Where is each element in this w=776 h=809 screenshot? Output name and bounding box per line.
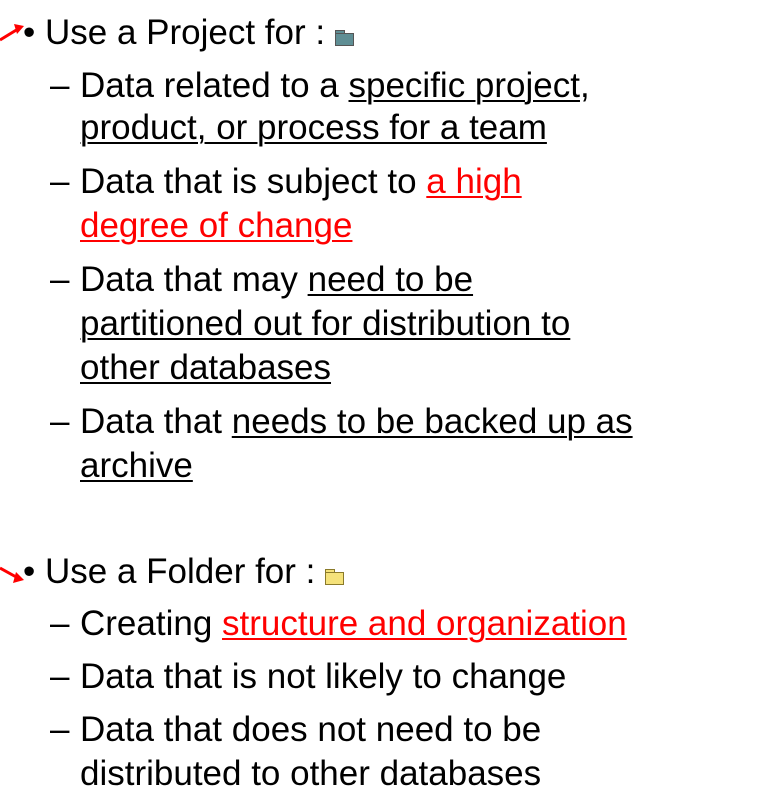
folder-item-2: – Data that is not likely to change	[50, 656, 566, 698]
project-item-2-line-2: degree of change	[80, 205, 352, 247]
bullet-icon: •	[23, 552, 36, 591]
project-item-4-text: Data that	[80, 402, 232, 441]
project-item-2-line-1: – Data that is subject to a high	[50, 161, 522, 203]
other-databases-link[interactable]: other databases	[80, 348, 331, 387]
dash-icon: –	[50, 260, 70, 299]
folder-item-3-text-2: distributed to other databases	[80, 754, 542, 793]
project-item-4-line-2: archive	[80, 445, 193, 487]
folder-item-1-text: Creating	[80, 604, 223, 643]
project-icon	[335, 30, 355, 46]
folder-heading: • Use a Folder for :	[23, 551, 345, 593]
dash-icon: –	[50, 604, 70, 643]
project-item-1-line-2: product, or process for a team	[80, 107, 547, 149]
product-process-link[interactable]: product, or process for a team	[80, 108, 547, 147]
folder-callout-arrow	[0, 566, 19, 580]
project-item-4-line-1: – Data that needs to be backed up as	[50, 401, 633, 443]
dash-icon: –	[50, 66, 70, 105]
dash-icon: –	[50, 162, 70, 201]
project-heading-text: Use a Project for :	[45, 13, 326, 52]
high-link[interactable]: a high	[426, 162, 521, 201]
dash-icon: –	[50, 710, 70, 749]
dash-icon: –	[50, 657, 70, 696]
bullet-icon: •	[23, 13, 36, 52]
project-item-1-comma: ,	[579, 66, 590, 105]
folder-item-1: – Creating structure and organization	[50, 603, 627, 645]
project-item-1-line-1: – Data related to a specific project,	[50, 65, 590, 107]
folder-item-3-line-2: distributed to other databases	[80, 753, 541, 795]
folder-item-3-line-1: – Data that does not need to be	[50, 709, 541, 751]
project-heading: • Use a Project for :	[23, 12, 355, 54]
project-item-3-line-2: partitioned out for distribution to	[80, 303, 570, 345]
dash-icon: –	[50, 402, 70, 441]
project-item-1-text: Data related to a	[80, 66, 349, 105]
project-item-3-line-3: other databases	[80, 347, 331, 389]
project-callout-arrow	[0, 27, 19, 42]
project-item-3-line-1: – Data that may need to be	[50, 259, 473, 301]
folder-item-2-text: Data that is not likely to change	[80, 657, 567, 696]
folder-item-3-text: Data that does not need to be	[80, 710, 542, 749]
project-item-3-text: Data that may	[80, 260, 308, 299]
structure-organization-link[interactable]: structure and organization	[222, 604, 627, 643]
archive-link[interactable]: archive	[80, 446, 193, 485]
degree-of-change-link[interactable]: degree of change	[80, 206, 352, 245]
folder-heading-text: Use a Folder for :	[45, 552, 316, 591]
backed-up-link[interactable]: needs to be backed up as	[232, 402, 633, 441]
partitioned-link[interactable]: partitioned out for distribution to	[80, 304, 570, 343]
project-item-2-text: Data that is subject to	[80, 162, 427, 201]
specific-project-link[interactable]: specific project	[349, 66, 580, 105]
folder-icon	[325, 569, 345, 585]
need-to-be-link[interactable]: need to be	[308, 260, 473, 299]
